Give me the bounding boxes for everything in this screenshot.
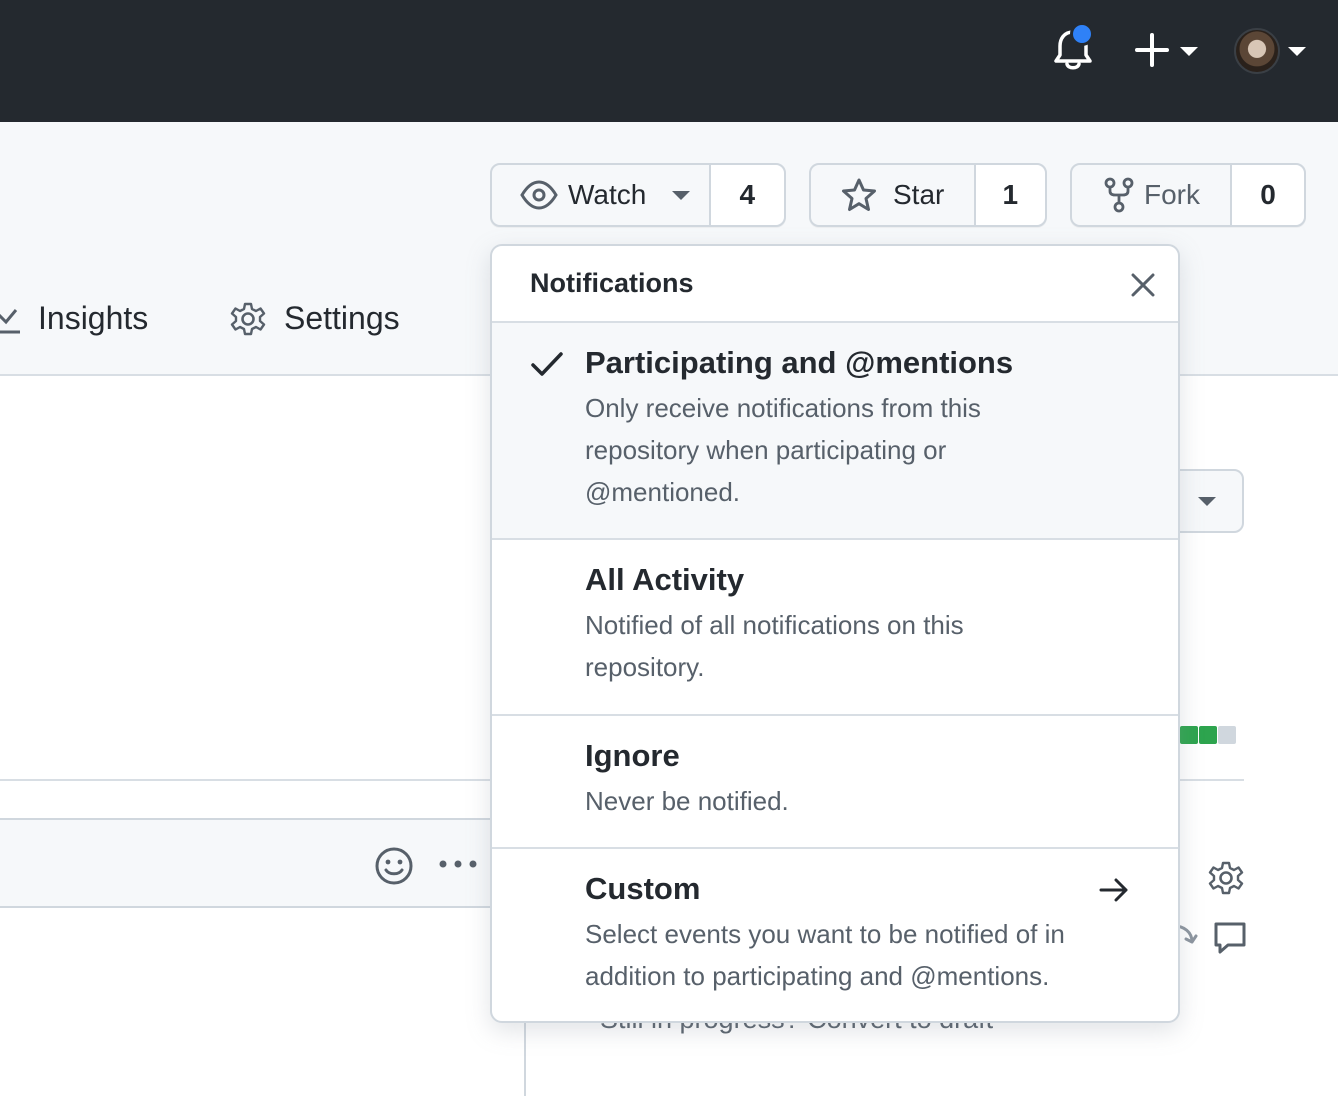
user-menu-caret-icon[interactable]	[1288, 47, 1306, 56]
option-description: Select events you want to be notified of…	[585, 919, 1065, 991]
tab-settings-label: Settings	[284, 300, 400, 336]
option-description: Only receive notifications from this rep…	[585, 393, 981, 507]
star-count[interactable]: 1	[975, 165, 1045, 225]
fork-button[interactable]: Fork	[1072, 165, 1232, 225]
smiley-icon[interactable]	[374, 846, 414, 886]
fork-label: Fork	[1144, 179, 1200, 210]
kebab-horizontal-icon[interactable]	[438, 858, 478, 870]
option-title: Custom	[585, 871, 701, 906]
chevron-down-icon	[672, 190, 691, 200]
star-button[interactable]: Star	[811, 165, 976, 225]
activity-square	[1199, 726, 1217, 744]
chevron-down-icon	[1198, 497, 1216, 506]
tab-insights[interactable]: Insights	[0, 300, 148, 337]
watch-count[interactable]: 4	[710, 165, 784, 225]
star-label: Star	[893, 179, 945, 210]
tab-settings[interactable]: Settings	[230, 300, 400, 337]
comment-icon[interactable]	[1212, 920, 1248, 956]
graph-icon	[0, 308, 20, 333]
comment-header-bar	[0, 818, 500, 908]
activity-square	[1218, 726, 1236, 744]
dropdown-title: Notifications	[530, 268, 694, 298]
option-participating[interactable]: Participating and @mentions Only receive…	[492, 323, 1178, 540]
option-description: Notified of all notifications on this re…	[585, 610, 964, 682]
notifications-dropdown: Notifications Participating and @mention…	[490, 244, 1180, 1023]
option-description: Never be notified.	[585, 786, 789, 816]
option-title: Participating and @mentions	[585, 345, 1014, 380]
watch-label: Watch	[568, 179, 647, 210]
fork-count[interactable]: 0	[1232, 165, 1304, 225]
global-header	[0, 0, 1338, 122]
tab-insights-label: Insights	[38, 300, 149, 336]
arrow-right-icon	[1099, 878, 1128, 902]
create-menu-caret-icon[interactable]	[1180, 47, 1198, 56]
eye-icon	[520, 180, 558, 210]
fork-button-group: Fork 0	[1070, 163, 1306, 227]
watch-button[interactable]: Watch	[492, 165, 711, 225]
option-ignore[interactable]: Ignore Never be notified.	[492, 716, 1178, 849]
star-button-group: Star 1	[809, 163, 1047, 227]
watch-button-group: Watch 4	[490, 163, 786, 227]
close-icon[interactable]	[1128, 270, 1158, 300]
timeline-line	[524, 1020, 526, 1096]
activity-square	[1180, 726, 1198, 744]
option-all-activity[interactable]: All Activity Notified of all notificatio…	[492, 540, 1178, 716]
unread-notification-dot	[1070, 22, 1094, 46]
gear-icon[interactable]	[1208, 860, 1244, 896]
star-icon	[842, 178, 876, 211]
option-custom[interactable]: Custom Select events you want to be noti…	[492, 849, 1178, 1021]
avatar[interactable]	[1234, 28, 1280, 74]
fork-icon	[1104, 177, 1134, 213]
option-title: Ignore	[585, 738, 680, 773]
option-title: All Activity	[585, 562, 745, 597]
gear-icon	[230, 302, 266, 335]
check-icon	[531, 352, 563, 376]
divider	[0, 779, 500, 781]
dropdown-header: Notifications	[492, 246, 1178, 323]
plus-icon[interactable]	[1134, 30, 1170, 70]
